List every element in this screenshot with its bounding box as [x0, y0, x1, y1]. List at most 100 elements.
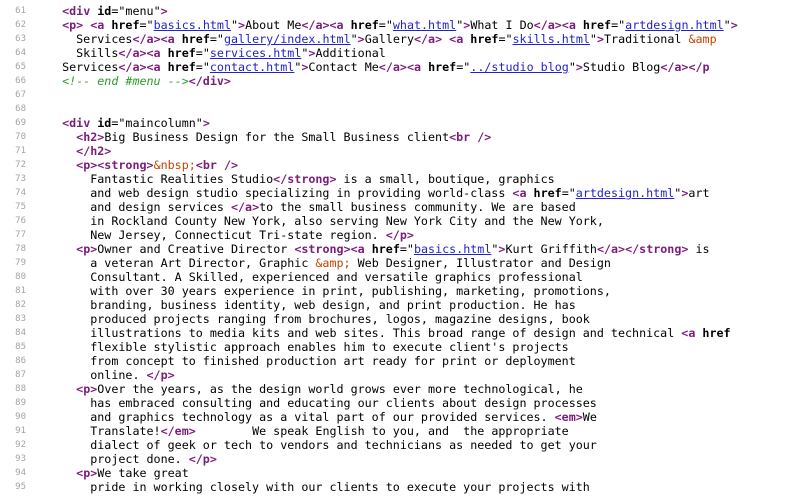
line-number: 88 — [15, 384, 26, 394]
line-number: 68 — [15, 104, 26, 114]
line-number: 76 — [15, 216, 26, 226]
code-token: " — [589, 32, 597, 46]
code-token: We — [582, 410, 597, 424]
code-token: <div — [62, 4, 98, 18]
code-text: produced projects ranging from brochures… — [48, 312, 590, 326]
code-token: to the small business community. We are … — [259, 200, 576, 214]
line-number: 66 — [15, 76, 26, 86]
code-line[interactable]: 90 and graphics technology as a vital pa… — [0, 410, 800, 424]
code-line[interactable]: 71 </h2> — [0, 144, 800, 158]
code-token: <div — [62, 116, 98, 130]
code-line[interactable]: 85 flexible stylistic approach enables h… — [0, 340, 800, 354]
code-token: > — [575, 60, 583, 74]
code-text: a veteran Art Director, Graphic &amp; We… — [48, 256, 611, 270]
code-line[interactable]: 89 has embraced consulting and educating… — [0, 396, 800, 410]
code-line[interactable]: 86 from concept to finished production a… — [0, 354, 800, 368]
code-line[interactable]: 63 Services</a><a href="gallery/index.ht… — [0, 32, 800, 46]
code-line[interactable]: 95 pride in working closely with our cli… — [0, 480, 800, 494]
code-text: from concept to finished production art … — [48, 354, 576, 368]
code-token: " — [153, 4, 161, 18]
code-token: produced projects ranging from brochures… — [48, 312, 590, 326]
code-token: Owner and Creative Director — [97, 242, 295, 256]
code-line[interactable]: 94 <p>We take great — [0, 466, 800, 480]
code-token: ../studio blog — [470, 60, 569, 74]
code-line[interactable]: 72 <p><strong>&nbsp;<br /> — [0, 158, 800, 172]
code-line[interactable]: 80 Consultant. A Skilled, experienced an… — [0, 270, 800, 284]
code-token: <a — [512, 186, 534, 200]
line-number: 91 — [15, 426, 26, 436]
code-line[interactable]: 93 project done. </p> — [0, 452, 800, 466]
code-line[interactable]: 65 Services</a><a href="contact.html">Co… — [0, 60, 800, 74]
code-token: =" — [498, 32, 513, 46]
code-token: &amp — [688, 32, 717, 46]
code-line[interactable]: 69 <div id="maincolumn"> — [0, 116, 800, 130]
code-line[interactable]: 83 produced projects ranging from brochu… — [0, 312, 800, 326]
code-token: </h2> — [76, 144, 112, 158]
code-token: > — [596, 32, 605, 46]
code-token: <p> — [76, 382, 98, 396]
code-line[interactable]: 81 with over 30 years experience in prin… — [0, 284, 800, 298]
code-token: </p> — [146, 368, 175, 382]
code-token: What I Do — [470, 18, 534, 32]
code-line[interactable]: 84 illustrations to media kits and web s… — [0, 326, 800, 340]
code-token: </a><a — [533, 18, 583, 32]
code-line[interactable]: 62 <p> <a href="basics.html">About Me</a… — [0, 18, 800, 32]
code-text: <div id="menu"> — [48, 4, 168, 18]
code-token: Skills — [48, 46, 119, 60]
code-token: pride in working closely with our client… — [48, 480, 590, 494]
code-token: href — [428, 60, 457, 74]
code-token: <p> — [76, 466, 98, 480]
line-number: 81 — [15, 286, 26, 296]
code-line[interactable]: 66 <!-- end #menu --></div> — [0, 74, 800, 88]
code-line[interactable]: 77 New Jersey, Connecticut Tri-state reg… — [0, 228, 800, 242]
code-token: and web design studio specializing in pr… — [48, 186, 513, 200]
code-line[interactable]: 74 and web design studio specializing in… — [0, 186, 800, 200]
code-line[interactable]: 87 online. </p> — [0, 368, 800, 382]
code-editor[interactable]: 61 <div id="menu"> 62 <p> <a href="basics… — [0, 0, 800, 500]
line-number: 69 — [15, 118, 26, 128]
code-token: artdesign.html — [625, 18, 724, 32]
code-line[interactable]: 68 — [0, 102, 800, 116]
code-line[interactable]: 91 Translate!</em> We speak English to y… — [0, 424, 800, 438]
code-line[interactable]: 79 a veteran Art Director, Graphic &amp;… — [0, 256, 800, 270]
code-line[interactable]: 64 Skills</a><a href="services.html">Add… — [0, 46, 800, 60]
code-text: <p>We take great — [48, 466, 189, 480]
code-token: " — [230, 18, 239, 32]
code-line[interactable]: 88 <p>Over the years, as the design worl… — [0, 382, 800, 396]
code-line[interactable]: 67 — [0, 88, 800, 102]
code-token: a veteran Art Director, Graphic — [48, 256, 316, 270]
code-token: <a — [681, 326, 703, 340]
code-token: href — [111, 18, 140, 32]
line-number: 82 — [15, 300, 26, 310]
code-token: Translate! — [48, 424, 161, 438]
code-token: artdesign.html — [575, 186, 675, 200]
line-number: 73 — [15, 174, 26, 184]
code-line[interactable]: 92 dialect of geek or tech to vendors an… — [0, 438, 800, 452]
code-line[interactable]: 78 <p>Owner and Creative Director <stron… — [0, 242, 800, 256]
code-token: href — [181, 32, 210, 46]
line-number: 62 — [15, 20, 26, 30]
line-number: 94 — [15, 468, 26, 478]
code-line[interactable]: 61 <div id="menu"> — [0, 4, 800, 18]
code-token: " — [568, 60, 576, 74]
code-token: dialect of geek or tech to vendors and t… — [48, 438, 597, 452]
code-line[interactable]: 76 in Rockland County New York, also ser… — [0, 214, 800, 228]
code-line[interactable]: 75 and design services </a>to the small … — [0, 200, 800, 214]
code-line[interactable]: 82 branding, business identity, web desi… — [0, 298, 800, 312]
line-number: 86 — [15, 356, 26, 366]
code-token: Fantastic Realities Studio — [48, 172, 274, 186]
code-text: illustrations to media kits and web site… — [48, 326, 730, 340]
code-token: and design services — [48, 200, 231, 214]
code-text: and web design studio specializing in pr… — [48, 186, 709, 200]
code-line[interactable]: 73 Fantastic Realities Studio</strong> i… — [0, 172, 800, 186]
code-text: <h2>Big Business Design for the Small Bu… — [48, 130, 491, 144]
code-token: Traditional — [604, 32, 689, 46]
code-token: > — [160, 4, 168, 18]
line-number: 78 — [15, 244, 26, 254]
code-line[interactable]: 70 <h2>Big Business Design for the Small… — [0, 130, 800, 144]
code-token: =" — [399, 242, 414, 256]
line-number: 85 — [15, 342, 26, 352]
code-text: <p>Over the years, as the design world g… — [48, 382, 583, 396]
